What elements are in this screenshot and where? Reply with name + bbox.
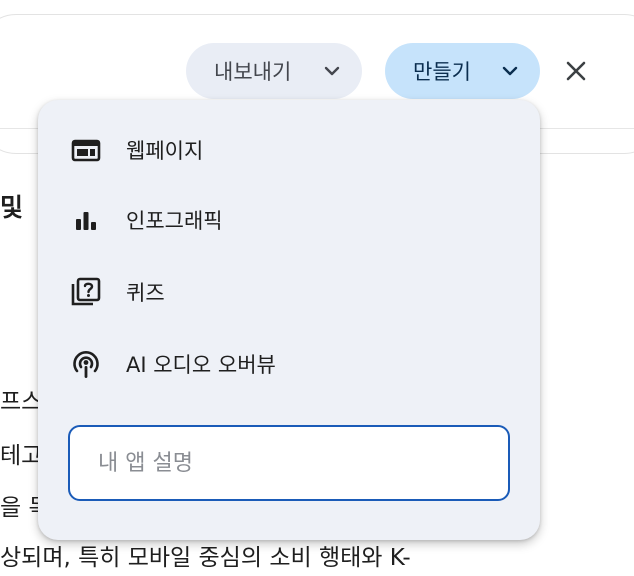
document-text-line: 테고 — [0, 443, 43, 469]
document-text-line: 프스 — [0, 389, 43, 415]
create-button[interactable]: 만들기 — [385, 43, 540, 99]
menu-item-label: 웹페이지 — [126, 139, 204, 163]
app-description-input[interactable] — [68, 425, 510, 501]
webpage-icon — [68, 132, 104, 168]
export-button-label: 내보내기 — [214, 60, 292, 84]
bar-chart-icon — [68, 202, 104, 238]
quiz-icon — [68, 274, 104, 310]
document-heading: 및 — [0, 193, 24, 222]
export-button[interactable]: 내보내기 — [186, 43, 362, 99]
menu-item-audio-overview[interactable]: AI 오디오 오버뷰 — [38, 334, 540, 394]
document-text-line: 상되며, 특히 모바일 중심의 소비 행태와 K- — [0, 545, 411, 571]
create-menu: 웹페이지 인포그래픽 퀴즈 AI 오디오 오버뷰 내 앱 설명 — [38, 100, 540, 540]
menu-item-infographic[interactable]: 인포그래픽 — [38, 190, 540, 250]
podcast-icon — [68, 346, 104, 382]
menu-item-webpage[interactable]: 웹페이지 — [38, 120, 540, 180]
chevron-down-icon — [502, 66, 518, 76]
chevron-down-icon — [324, 66, 340, 76]
menu-item-label: AI 오디오 오버뷰 — [126, 353, 276, 377]
close-button[interactable] — [558, 53, 594, 89]
menu-item-quiz[interactable]: 퀴즈 — [38, 262, 540, 322]
menu-item-label: 퀴즈 — [126, 281, 165, 305]
close-icon — [566, 61, 586, 81]
menu-item-label: 인포그래픽 — [126, 209, 223, 233]
create-button-label: 만들기 — [413, 60, 471, 84]
